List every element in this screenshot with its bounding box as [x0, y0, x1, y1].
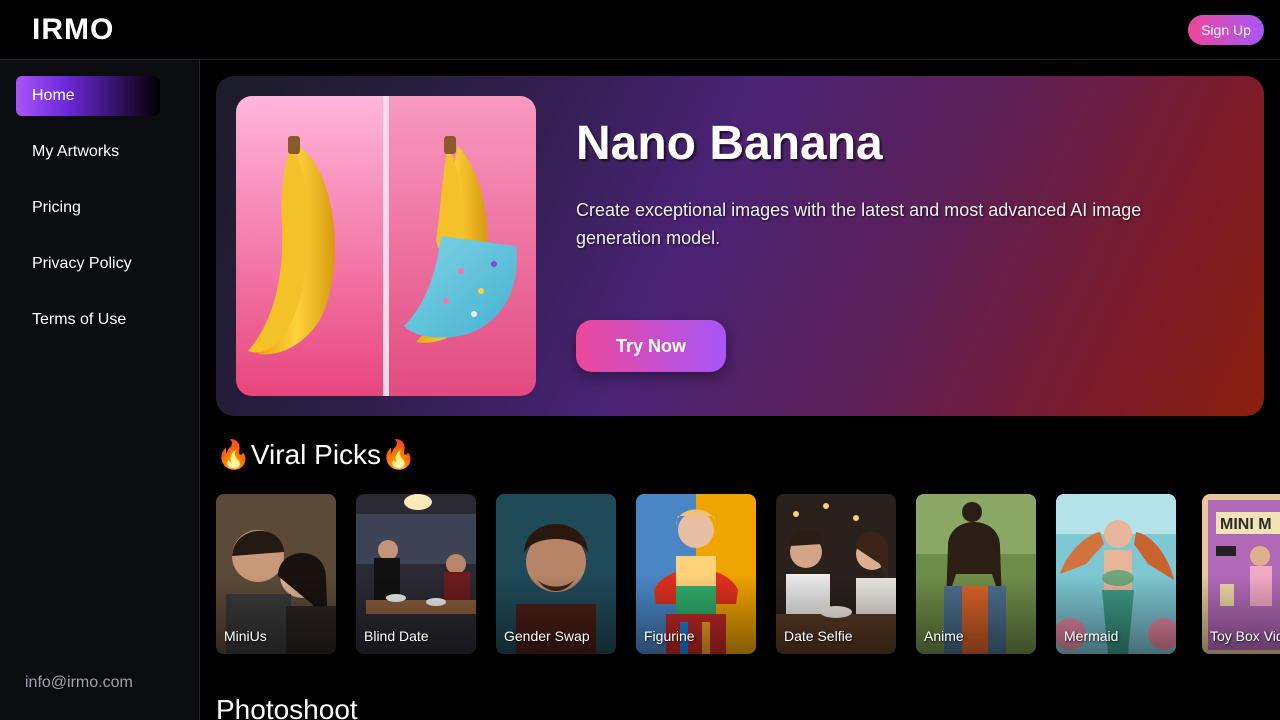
card-label: Mermaid: [1064, 628, 1119, 644]
try-now-button[interactable]: Try Now: [576, 320, 726, 372]
sidebar: Home My Artworks Pricing Privacy Policy …: [0, 60, 200, 720]
viral-card-mermaid[interactable]: Mermaid: [1056, 494, 1176, 654]
viral-card-minius[interactable]: MiniUs: [216, 494, 336, 654]
card-label: Gender Swap: [504, 628, 590, 644]
hero-banner: Nano Banana Create exceptional images wi…: [216, 76, 1264, 416]
sidebar-item-terms-of-use[interactable]: Terms of Use: [16, 300, 160, 340]
top-bar: IRMO Sign Up: [0, 0, 1280, 60]
sidebar-item-pricing[interactable]: Pricing: [16, 188, 160, 228]
sidebar-item-my-artworks[interactable]: My Artworks: [16, 132, 160, 172]
hero-banana-image: [236, 96, 536, 396]
viral-card-blind-date[interactable]: Blind Date: [356, 494, 476, 654]
viral-card-toy-box-video[interactable]: MINI M Toy Box Video: [1202, 494, 1280, 654]
viral-card-date-selfie[interactable]: Date Selfie: [776, 494, 896, 654]
sign-up-button[interactable]: Sign Up: [1188, 15, 1264, 45]
card-label: Figurine: [644, 628, 695, 644]
hero-description: Create exceptional images with the lates…: [576, 200, 1142, 248]
card-label: Date Selfie: [784, 628, 853, 644]
viral-card-gender-swap[interactable]: Gender Swap: [496, 494, 616, 654]
card-label: Blind Date: [364, 628, 429, 644]
viral-card-figurine[interactable]: Figurine: [636, 494, 756, 654]
card-label: MiniUs: [224, 628, 267, 644]
card-label: Anime: [924, 628, 964, 644]
viral-card-anime[interactable]: Anime: [916, 494, 1036, 654]
sidebar-item-privacy-policy[interactable]: Privacy Policy: [16, 244, 160, 284]
sidebar-item-home[interactable]: Home: [16, 76, 160, 116]
hero-title: Nano Banana: [576, 117, 883, 170]
card-label: Toy Box Video: [1210, 628, 1280, 644]
main-content: Nano Banana Create exceptional images wi…: [200, 60, 1280, 720]
svg-text:MINI M: MINI M: [1220, 516, 1272, 533]
photoshoot-heading: Photoshoot: [216, 694, 358, 720]
logo[interactable]: IRMO: [32, 14, 114, 46]
viral-picks-heading: 🔥Viral Picks🔥: [216, 439, 416, 470]
contact-email-link[interactable]: info@irmo.com: [25, 674, 133, 692]
